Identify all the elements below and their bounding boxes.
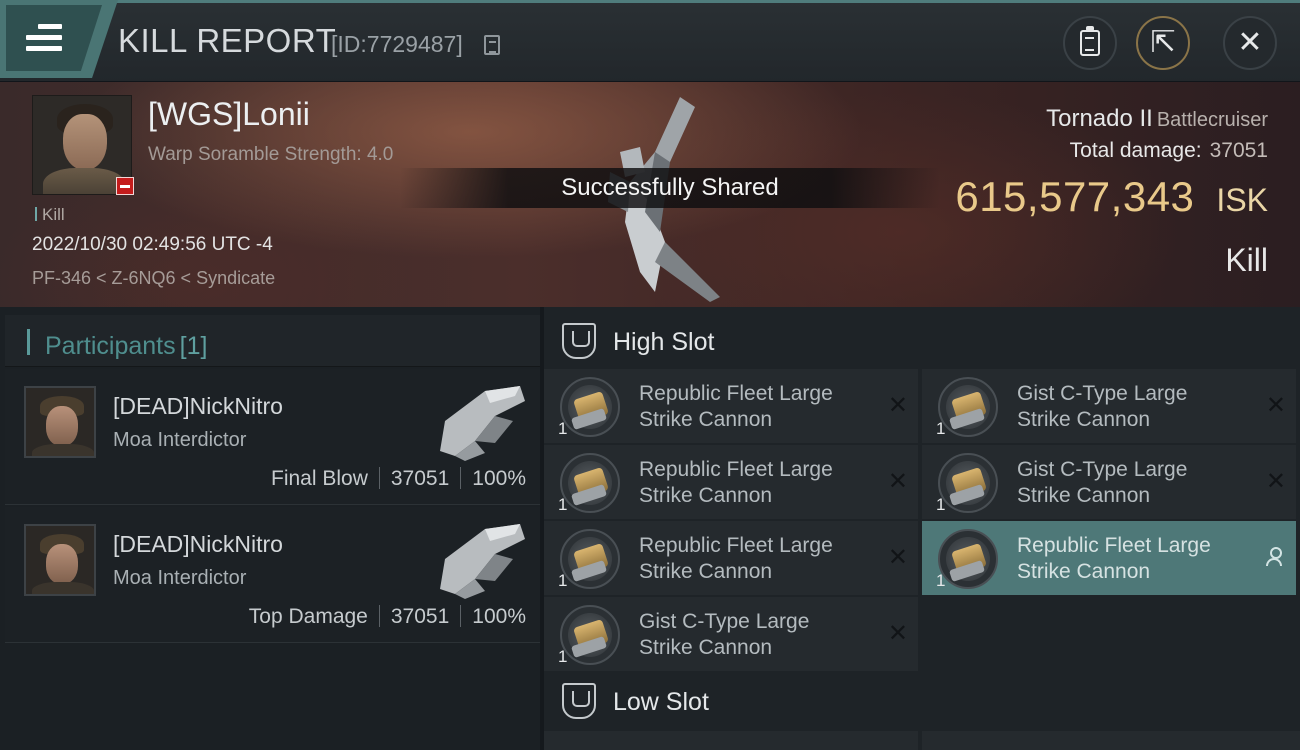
- destroyed-x-icon: ✕: [887, 620, 908, 647]
- module-quantity: 1: [558, 571, 568, 590]
- share-success-toast: Successfully Shared: [400, 168, 940, 208]
- module-name: Republic Fleet Large Strike Cannon: [639, 534, 833, 583]
- module-item[interactable]: 1 Republic Fleet Large Strike Cannon ✕: [544, 369, 918, 443]
- participant-percent: 100%: [472, 605, 526, 628]
- high-slot-title: High Slot: [613, 328, 715, 356]
- module-name: Republic Fleet Large Strike Cannon: [639, 458, 833, 507]
- participant-ship-image: [440, 524, 525, 599]
- kill-result-label: Kill: [1225, 242, 1268, 278]
- participant-damage: 37051: [390, 605, 450, 628]
- module-item[interactable]: 1 Republic Fleet Large Strike Cannon ✕: [544, 445, 918, 519]
- clipboard-button[interactable]: [1063, 16, 1117, 70]
- kill-tag: Kill: [35, 205, 65, 225]
- module-name: Gist C-Type Large Strike Cannon: [639, 610, 810, 659]
- share-button[interactable]: ⇱: [1136, 16, 1190, 70]
- module-item[interactable]: 1 Gist C-Type Large Strike Cannon ✕: [922, 445, 1296, 519]
- module-quantity: 1: [936, 571, 946, 590]
- victim-name[interactable]: [WGS]Lonii: [148, 96, 310, 133]
- turret-icon: [560, 605, 620, 665]
- isk-unit: ISK: [1216, 182, 1268, 218]
- destroyed-x-icon: ✕: [887, 544, 908, 571]
- module-item[interactable]: 1 Gist C-Type Large Strike Cannon ✕: [544, 597, 918, 671]
- participant-name: [DEAD]NickNitro: [113, 531, 283, 557]
- participants-panel: Participants [1] [DEAD]NickNitro Moa Inte…: [0, 307, 540, 750]
- isk-value: 615,577,343: [955, 173, 1195, 220]
- status-minus-icon: [116, 177, 134, 195]
- module-name: Republic Fleet Large Strike Cannon: [1017, 534, 1211, 583]
- module-name: Republic Fleet Large Strike Cannon: [639, 382, 833, 431]
- isk-line: 615,577,343 ISK: [955, 173, 1268, 221]
- total-damage-line: Total damage: 37051: [1070, 139, 1268, 163]
- module-item[interactable]: 1 Republic Fleet Large Strike Cannon ✕: [544, 521, 918, 595]
- participant-ship: Moa Interdictor: [113, 429, 247, 451]
- kill-summary-banner: [WGS]Lonii Warp Soramble Strength: 4.0 K…: [0, 82, 1300, 307]
- module-item-selected[interactable]: 1 Republic Fleet Large Strike Cannon: [922, 521, 1296, 595]
- victim-ship-line: Tornado II Battlecruiser: [1046, 105, 1268, 133]
- participants-header[interactable]: Participants [1]: [5, 315, 540, 367]
- destroyed-x-icon: ✕: [1265, 392, 1286, 419]
- person-icon[interactable]: [1266, 547, 1282, 567]
- module-quantity: 1: [558, 419, 568, 438]
- victim-ship-name[interactable]: Tornado II: [1046, 105, 1153, 132]
- module-name: Gist C-Type Large Strike Cannon: [1017, 458, 1188, 507]
- participant-name: [DEAD]NickNitro: [113, 393, 283, 419]
- low-slot-item-partial[interactable]: [922, 731, 1300, 750]
- module-quantity: 1: [558, 647, 568, 666]
- avatar[interactable]: [24, 386, 96, 458]
- destroyed-x-icon: ✕: [1265, 468, 1286, 495]
- page-title: KILL REPORT: [118, 22, 337, 59]
- turret-icon: [938, 377, 998, 437]
- turret-icon: [560, 377, 620, 437]
- fitting-panel: High Slot 1 Republic Fleet Large Strike C…: [544, 307, 1300, 750]
- scramble-strength: Warp Soramble Strength: 4.0: [148, 144, 394, 165]
- low-slot-icon: [562, 683, 596, 719]
- participant-row[interactable]: [DEAD]NickNitro Moa Interdictor Top Dama…: [5, 507, 540, 643]
- module-quantity: 1: [558, 495, 568, 514]
- high-slot-header: High Slot: [544, 311, 1300, 369]
- copy-icon[interactable]: [484, 35, 500, 55]
- turret-icon: [938, 453, 998, 513]
- participant-stats: Final Blow 37051 100%: [271, 467, 526, 491]
- module-item[interactable]: 1 Gist C-Type Large Strike Cannon ✕: [922, 369, 1296, 443]
- close-button[interactable]: ✕: [1223, 16, 1277, 70]
- high-slot-icon: [562, 323, 596, 359]
- kill-location[interactable]: PF-346 < Z-6NQ6 < Syndicate: [32, 268, 275, 289]
- destroyed-x-icon: ✕: [887, 468, 908, 495]
- module-name: Gist C-Type Large Strike Cannon: [1017, 382, 1188, 431]
- total-damage-value: 37051: [1209, 139, 1268, 162]
- module-quantity: 1: [936, 495, 946, 514]
- report-id: [ID:7729487]: [331, 31, 463, 57]
- low-slot-header: Low Slot: [544, 671, 1300, 729]
- total-damage-label: Total damage:: [1069, 139, 1202, 162]
- victim-ship-class: Battlecruiser: [1156, 109, 1268, 131]
- turret-icon: [560, 529, 620, 589]
- destroyed-x-icon: ✕: [887, 392, 908, 419]
- kill-timestamp: 2022/10/30 02:49:56 UTC -4: [32, 234, 273, 255]
- turret-icon: [938, 529, 998, 589]
- top-accent-line: [60, 0, 1300, 3]
- share-icon: ⇱: [1150, 26, 1176, 59]
- close-icon: ✕: [1237, 26, 1263, 59]
- participant-ship: Moa Interdictor: [113, 567, 247, 589]
- top-bar: KILL REPORT [ID:7729487] ⇱ ✕: [0, 0, 1300, 82]
- low-slot-title: Low Slot: [613, 688, 709, 716]
- participant-role: Final Blow: [271, 467, 368, 490]
- turret-icon: [560, 453, 620, 513]
- module-quantity: 1: [936, 419, 946, 438]
- low-slot-item-partial[interactable]: [544, 731, 918, 750]
- participant-ship-image: [440, 386, 525, 461]
- participant-stats: Top Damage 37051 100%: [249, 605, 526, 629]
- participants-title: Participants [1]: [45, 332, 208, 360]
- participants-count: [1]: [179, 332, 208, 360]
- avatar[interactable]: [24, 524, 96, 596]
- participant-damage: 37051: [390, 467, 450, 490]
- clipboard-icon: [1080, 26, 1100, 56]
- hamburger-menu-icon[interactable]: [26, 24, 62, 54]
- participant-percent: 100%: [472, 467, 526, 490]
- participant-role: Top Damage: [248, 605, 368, 628]
- participant-row[interactable]: [DEAD]NickNitro Moa Interdictor Final Bl…: [5, 369, 540, 505]
